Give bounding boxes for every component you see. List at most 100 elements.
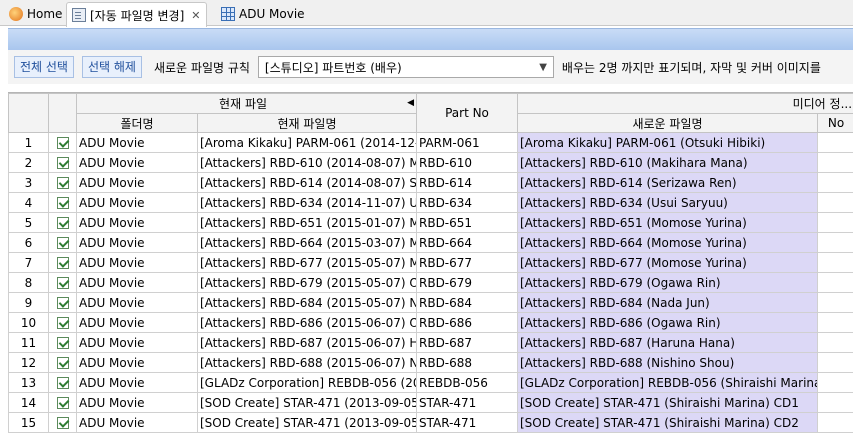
tab-label: Home: [27, 7, 63, 21]
table-row[interactable]: 10 ADU Movie [Attackers] RBD-686 (2015-06-…: [8, 312, 853, 333]
table-row[interactable]: 7 ADU Movie [Attackers] RBD-677 (2015-05-0…: [8, 252, 853, 273]
new-file-name-header[interactable]: 새로운 파일명: [517, 113, 818, 133]
select-all-button[interactable]: 전체 선택: [14, 56, 74, 78]
current-name-cell: [Attackers] RBD-677 (2015-05-07) M...: [197, 252, 417, 273]
checkbox-icon[interactable]: [56, 397, 69, 409]
table-row[interactable]: 15 ADU Movie [SOD Create] STAR-471 (2013-0…: [8, 412, 853, 433]
new-name-cell[interactable]: [Attackers] RBD-687 (Haruna Hana): [517, 332, 818, 353]
no-cell: [816, 132, 853, 153]
new-name-cell[interactable]: [Attackers] RBD-688 (Nishino Shou): [517, 352, 818, 373]
tab-auto-rename[interactable]: [자동 파일명 변경] ✕: [66, 2, 207, 27]
new-name-cell[interactable]: [Attackers] RBD-651 (Momose Yurina): [517, 212, 818, 233]
row-checkbox[interactable]: [48, 412, 77, 433]
checkbox-header[interactable]: [48, 93, 77, 133]
checkbox-icon[interactable]: [56, 217, 69, 229]
new-name-cell[interactable]: [SOD Create] STAR-471 (Shiraishi Marina)…: [517, 412, 818, 433]
row-checkbox[interactable]: [48, 372, 77, 393]
folder-name-header[interactable]: 폴더명: [76, 113, 198, 133]
row-checkbox[interactable]: [48, 192, 77, 213]
file-table-container[interactable]: 현재 파일 ◀ Part No 미디어 정... 폴더명 현재 파일명 새로운 …: [8, 92, 853, 438]
new-name-cell[interactable]: [Aroma Kikaku] PARM-061 (Otsuki Hibiki): [517, 132, 818, 153]
checkbox-icon[interactable]: [56, 177, 69, 189]
row-number: 14: [8, 392, 49, 413]
checkbox-icon[interactable]: [56, 297, 69, 309]
row-checkbox[interactable]: [48, 352, 77, 373]
new-name-cell[interactable]: [Attackers] RBD-664 (Momose Yurina): [517, 232, 818, 253]
no-cell: [816, 352, 853, 373]
row-checkbox[interactable]: [48, 252, 77, 273]
checkbox-icon[interactable]: [56, 197, 69, 209]
checkbox-icon[interactable]: [56, 317, 69, 329]
current-name-cell: [Attackers] RBD-614 (2014-08-07) Ser...: [197, 172, 417, 193]
row-checkbox[interactable]: [48, 292, 77, 313]
row-checkbox[interactable]: [48, 232, 77, 253]
table-row[interactable]: 9 ADU Movie [Attackers] RBD-684 (2015-05-0…: [8, 292, 853, 313]
no-cell: [816, 392, 853, 413]
part-no-header[interactable]: Part No: [416, 93, 518, 133]
close-icon[interactable]: ✕: [191, 9, 200, 22]
table-row[interactable]: 6 ADU Movie [Attackers] RBD-664 (2015-03-0…: [8, 232, 853, 253]
table-row[interactable]: 13 ADU Movie [GLADz Corporation] REBDB-056…: [8, 372, 853, 393]
collapse-arrow-icon[interactable]: ◀: [407, 98, 414, 108]
row-number-header: [8, 93, 49, 133]
new-name-cell[interactable]: [Attackers] RBD-679 (Ogawa Rin): [517, 272, 818, 293]
tab-home[interactable]: Home: [4, 2, 67, 26]
new-name-cell[interactable]: [Attackers] RBD-614 (Serizawa Ren): [517, 172, 818, 193]
row-checkbox[interactable]: [48, 212, 77, 233]
table-row[interactable]: 12 ADU Movie [Attackers] RBD-688 (2015-06-…: [8, 352, 853, 373]
table-row[interactable]: 14 ADU Movie [SOD Create] STAR-471 (2013-0…: [8, 392, 853, 413]
deselect-button[interactable]: 선택 해제: [81, 56, 142, 78]
current-file-group-header[interactable]: 현재 파일 ◀: [76, 93, 417, 114]
new-name-cell[interactable]: [Attackers] RBD-677 (Momose Yurina): [517, 252, 818, 273]
checkbox-icon[interactable]: [56, 237, 69, 249]
table-row[interactable]: 8 ADU Movie [Attackers] RBD-679 (2015-05-0…: [8, 272, 853, 293]
folder-cell: ADU Movie: [76, 212, 198, 233]
new-name-cell[interactable]: [SOD Create] STAR-471 (Shiraishi Marina)…: [517, 392, 818, 413]
table-row[interactable]: 4 ADU Movie [Attackers] RBD-634 (2014-11-0…: [8, 192, 853, 213]
new-name-cell[interactable]: [Attackers] RBD-684 (Nada Jun): [517, 292, 818, 313]
table-row[interactable]: 11 ADU Movie [Attackers] RBD-687 (2015-06-…: [8, 332, 853, 353]
rename-rule-value: [스튜디오] 파트번호 (배우): [264, 60, 402, 75]
checkbox-icon[interactable]: [56, 377, 69, 389]
rename-rule-select[interactable]: [스튜디오] 파트번호 (배우) ▼: [257, 56, 554, 78]
checkbox-icon[interactable]: [56, 337, 69, 349]
current-file-name-header[interactable]: 현재 파일명: [197, 113, 417, 133]
new-name-cell[interactable]: [Attackers] RBD-634 (Usui Saryuu): [517, 192, 818, 213]
table-row[interactable]: 2 ADU Movie [Attackers] RBD-610 (2014-08-0…: [8, 152, 853, 173]
folder-cell: ADU Movie: [76, 412, 198, 433]
tab-adu-movie[interactable]: ADU Movie: [216, 2, 310, 26]
home-icon: [9, 7, 23, 21]
row-number: 7: [8, 252, 49, 273]
table-row[interactable]: 1 ADU Movie [Aroma Kikaku] PARM-061 (2014-…: [8, 132, 853, 153]
new-name-cell[interactable]: [Attackers] RBD-686 (Ogawa Rin): [517, 312, 818, 333]
checkbox-icon[interactable]: [56, 157, 69, 169]
no-header[interactable]: No: [816, 113, 853, 133]
table-row[interactable]: 5 ADU Movie [Attackers] RBD-651 (2015-01-0…: [8, 212, 853, 233]
row-checkbox[interactable]: [48, 272, 77, 293]
row-checkbox[interactable]: [48, 172, 77, 193]
row-number: 4: [8, 192, 49, 213]
new-name-cell[interactable]: [GLADz Corporation] REBDB-056 (Shiraishi…: [517, 372, 818, 393]
current-name-cell: [SOD Create] STAR-471 (2013-09-05)...: [197, 392, 417, 413]
info-text: 배우는 2명 까지만 표기되며, 자막 및 커버 이미지를: [561, 60, 821, 75]
part-no-cell: RBD-614: [416, 172, 518, 193]
row-checkbox[interactable]: [48, 312, 77, 333]
row-checkbox[interactable]: [48, 132, 77, 153]
current-name-cell: [Attackers] RBD-664 (2015-03-07) M...: [197, 232, 417, 253]
part-no-cell: PARM-061: [416, 132, 518, 153]
no-cell: [816, 372, 853, 393]
media-group-header[interactable]: 미디어 정...: [516, 93, 853, 114]
checkbox-icon[interactable]: [56, 137, 69, 149]
no-cell: [816, 292, 853, 313]
table-row[interactable]: 3 ADU Movie [Attackers] RBD-614 (2014-08-0…: [8, 172, 853, 193]
new-name-cell[interactable]: [Attackers] RBD-610 (Makihara Mana): [517, 152, 818, 173]
current-name-cell: [Attackers] RBD-634 (2014-11-07) Us...: [197, 192, 417, 213]
checkbox-icon[interactable]: [56, 357, 69, 369]
row-checkbox[interactable]: [48, 152, 77, 173]
tab-label: [자동 파일명 변경]: [90, 8, 185, 23]
row-checkbox[interactable]: [48, 392, 77, 413]
checkbox-icon[interactable]: [56, 277, 69, 289]
checkbox-icon[interactable]: [56, 257, 69, 269]
checkbox-icon[interactable]: [56, 417, 69, 429]
row-checkbox[interactable]: [48, 332, 77, 353]
